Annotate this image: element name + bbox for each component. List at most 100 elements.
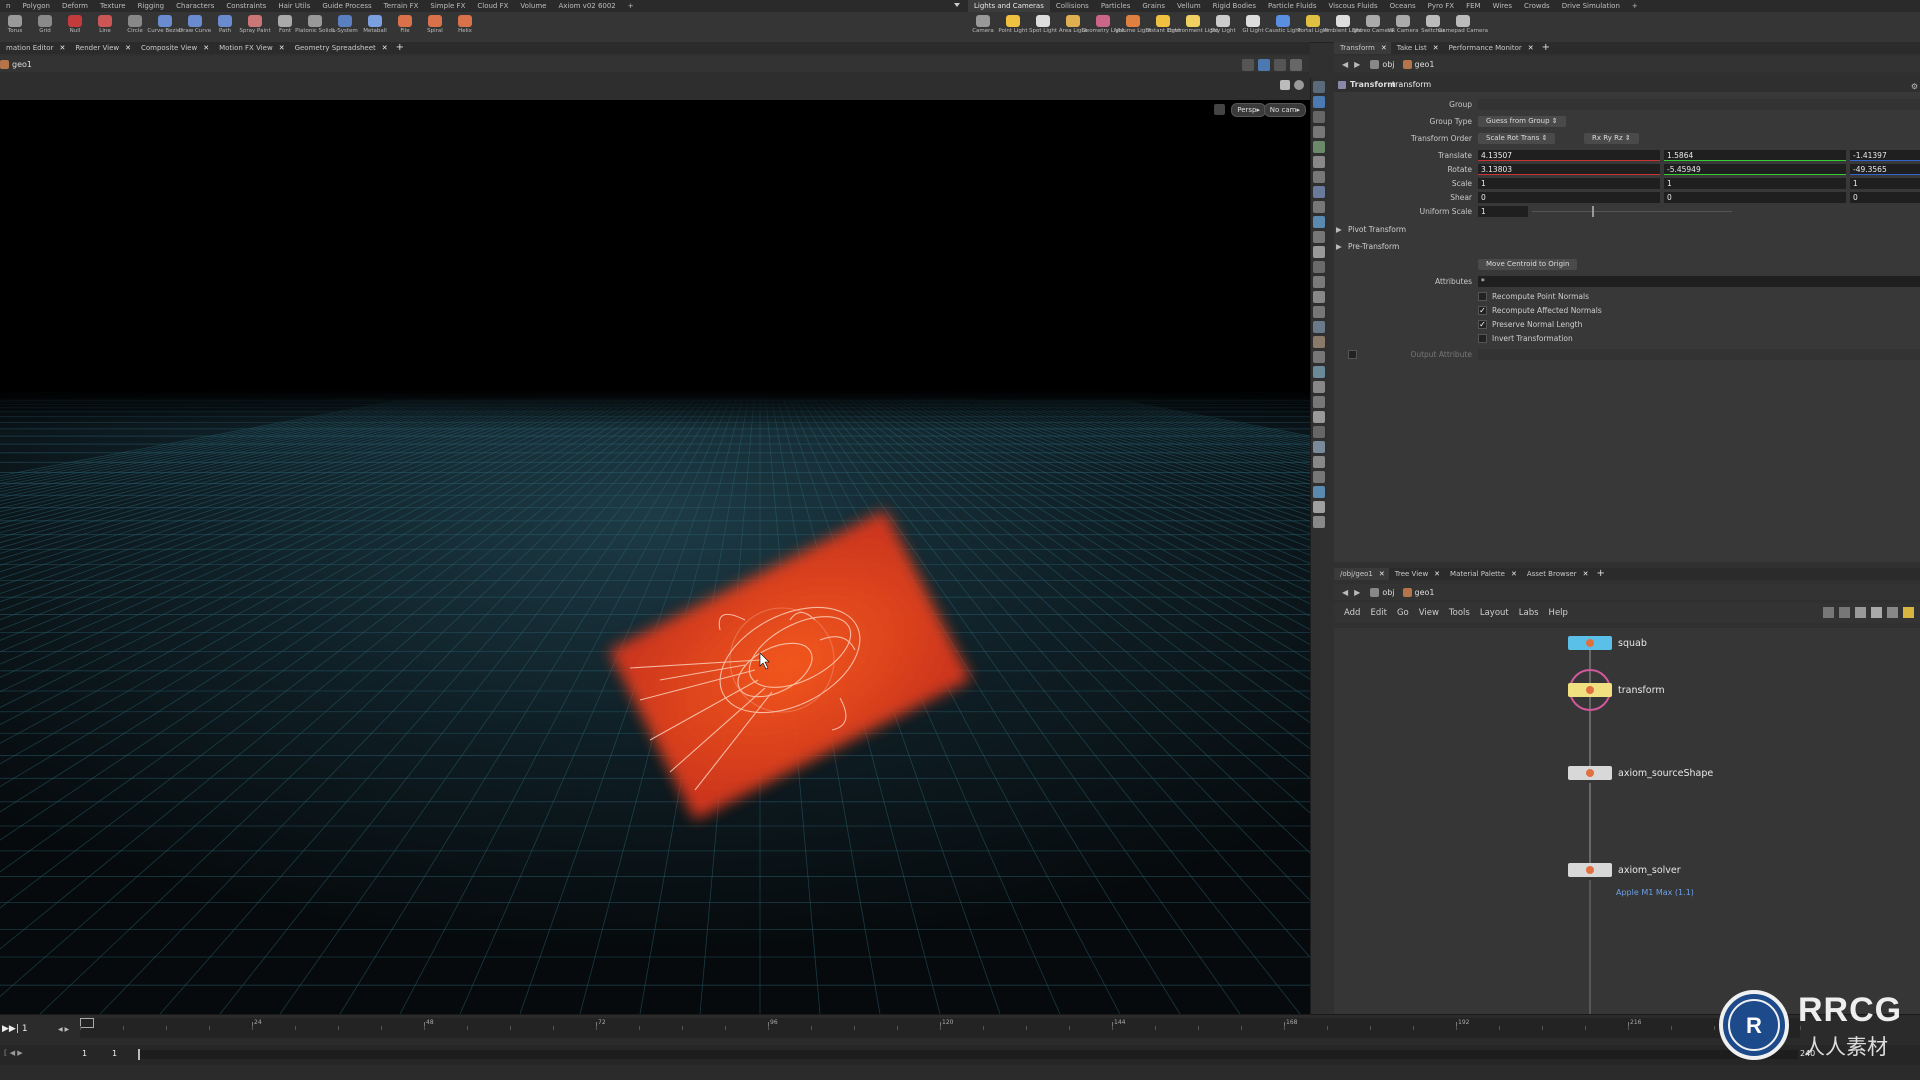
shelf-tab[interactable]: Grains	[1136, 0, 1171, 12]
shear-x-field[interactable]: 0	[1478, 192, 1660, 203]
close-icon[interactable]: ✕	[1528, 42, 1534, 54]
node-body[interactable]	[1568, 636, 1612, 650]
viewport-tool-icon[interactable]	[1313, 201, 1325, 213]
layout-icon[interactable]	[1887, 607, 1898, 618]
pane-tab[interactable]: mation Editor ✕	[0, 42, 69, 54]
viewport-tool-icon[interactable]	[1313, 126, 1325, 138]
viewport-tool-icon[interactable]	[1313, 261, 1325, 273]
viewport-tool-icon[interactable]	[1313, 291, 1325, 303]
shelf-tool[interactable]: Path	[210, 12, 240, 42]
output-attribute-field[interactable]	[1478, 349, 1920, 360]
shelf-tab[interactable]: Axiom v02 6002	[552, 0, 621, 12]
translate-x-field[interactable]: 4.13507	[1478, 150, 1660, 161]
shelf-tool[interactable]: Metaball	[360, 12, 390, 42]
add-tab-icon[interactable]: +	[1538, 42, 1554, 54]
uniform-scale-slider[interactable]	[1532, 206, 1732, 217]
pane-tab[interactable]: Tree View ✕	[1389, 568, 1444, 580]
net-menu-item[interactable]: Labs	[1519, 608, 1539, 618]
net-menu-item[interactable]: Edit	[1370, 608, 1386, 618]
pane-tab[interactable]: Composite View ✕	[135, 42, 213, 54]
viewport-tool-icon[interactable]	[1313, 306, 1325, 318]
shelf-tab[interactable]: Lights and Cameras	[968, 0, 1050, 12]
shelf-tool[interactable]: Circle	[120, 12, 150, 42]
shelf-tool[interactable]: Spiral	[420, 12, 450, 42]
shelf-tool[interactable]: Helix	[450, 12, 480, 42]
pane-tab[interactable]: Asset Browser ✕	[1521, 568, 1593, 580]
shelf-tool[interactable]: Ambient Light	[1324, 12, 1362, 42]
rotate-z-field[interactable]: -49.3565	[1850, 164, 1920, 175]
shelf-tab[interactable]: Terrain FX	[378, 0, 425, 12]
shelf-tab[interactable]: Wires	[1487, 0, 1518, 12]
net-menu-item[interactable]: Tools	[1449, 608, 1470, 618]
add-tab-icon[interactable]: +	[1626, 0, 1644, 12]
shelf-tab[interactable]: Viscous Fluids	[1323, 0, 1384, 12]
viewport-tool-icon[interactable]	[1313, 381, 1325, 393]
shelf-tab[interactable]: Cloud FX	[471, 0, 514, 12]
playback-start-field[interactable]: 1	[112, 1049, 117, 1058]
persp-menu[interactable]: Persp▸	[1231, 103, 1266, 117]
viewport-tool-icon[interactable]	[1313, 156, 1325, 168]
shelf-dropdown-arrow[interactable]	[954, 3, 960, 7]
shelf-tab[interactable]: Polygon	[16, 0, 56, 12]
back-arrow-icon[interactable]: ◀	[1342, 588, 1348, 597]
viewport-tool-icon[interactable]	[1313, 441, 1325, 453]
path-geo[interactable]: geo1	[1402, 59, 1435, 69]
shelf-tool[interactable]: Area Light	[1058, 12, 1088, 42]
pane-tab[interactable]: Performance Monitor ✕	[1443, 42, 1538, 54]
timeline-ruler[interactable]: 24 48 72 96 120 144 168 192 216	[80, 1018, 1801, 1038]
viewport-tool-icon[interactable]	[1313, 501, 1325, 513]
pin-icon[interactable]	[1242, 59, 1254, 71]
rotate-x-field[interactable]: 3.13803	[1478, 164, 1660, 175]
shelf-tab[interactable]: Guide Process	[316, 0, 377, 12]
node-body[interactable]	[1568, 863, 1612, 877]
viewport-tool-icon[interactable]	[1313, 111, 1325, 123]
pane-tab[interactable]: Render View ✕	[69, 42, 135, 54]
rotate-y-field[interactable]: -5.45949	[1664, 164, 1846, 175]
shelf-tool[interactable]: Font	[270, 12, 300, 42]
shelf-tab[interactable]: Particle Fluids	[1262, 0, 1323, 12]
uniform-scale-field[interactable]: 1	[1478, 206, 1528, 217]
tree-icon[interactable]	[1839, 607, 1850, 618]
shelf-tool[interactable]: Gamepad Camera	[1438, 12, 1488, 42]
node-transform[interactable]: transform	[1568, 683, 1665, 697]
node-body[interactable]	[1568, 766, 1612, 780]
current-frame[interactable]: 1	[22, 1024, 28, 1034]
close-icon[interactable]: ✕	[1379, 568, 1385, 580]
viewport-tool-icon[interactable]	[1313, 141, 1325, 153]
output-attribute-checkbox[interactable]	[1348, 350, 1357, 359]
shelf-tool[interactable]: Torus	[0, 12, 30, 42]
attributes-field[interactable]: *	[1478, 276, 1920, 287]
node-squab[interactable]: squab	[1568, 636, 1647, 650]
close-icon[interactable]: ✕	[382, 42, 388, 54]
close-icon[interactable]: ✕	[1434, 568, 1440, 580]
close-icon[interactable]: ✕	[1381, 42, 1387, 54]
note-icon[interactable]	[1903, 607, 1914, 618]
shelf-tab[interactable]: Texture	[94, 0, 132, 12]
shelf-tool[interactable]: Distant Light	[1145, 12, 1181, 42]
shelf-tab[interactable]: FEM	[1460, 0, 1487, 12]
path-geo1[interactable]: geo1	[0, 59, 32, 69]
shelf-tool[interactable]: Stereo Camera	[1352, 12, 1394, 42]
shelf-tab[interactable]: Oceans	[1384, 0, 1422, 12]
pane-tab[interactable]: Geometry Spreadsheet ✕	[289, 42, 392, 54]
preserve-normal-length-checkbox[interactable]: ✓	[1478, 320, 1487, 329]
viewport-tool-icon[interactable]	[1313, 411, 1325, 423]
camera-menu[interactable]: No cam▸	[1263, 103, 1306, 117]
shelf-tab[interactable]: Drive Simulation	[1556, 0, 1626, 12]
pivot-transform-folder[interactable]: ▶ Pivot Transform	[1334, 223, 1920, 236]
maximize-icon[interactable]	[1290, 59, 1302, 71]
viewport-tool-icon[interactable]	[1313, 96, 1325, 108]
range-slider-handle[interactable]	[138, 1049, 140, 1060]
viewport-tool-icon[interactable]	[1313, 186, 1325, 198]
group-field[interactable]	[1478, 99, 1920, 110]
scale-z-field[interactable]: 1	[1850, 178, 1920, 189]
shelf-tab[interactable]: Deform	[56, 0, 94, 12]
frame-marker[interactable]	[80, 1018, 94, 1028]
viewport-tool-icon[interactable]	[1313, 471, 1325, 483]
wrench-icon[interactable]	[1823, 607, 1834, 618]
pane-tab[interactable]: Transform ✕	[1334, 42, 1391, 54]
group-type-menu[interactable]: Guess from Group ⇕	[1478, 116, 1566, 127]
net-menu-item[interactable]: Help	[1549, 608, 1568, 618]
viewport-tool-icon[interactable]	[1313, 81, 1325, 93]
shelf-tool[interactable]: Spot Light	[1028, 12, 1058, 42]
